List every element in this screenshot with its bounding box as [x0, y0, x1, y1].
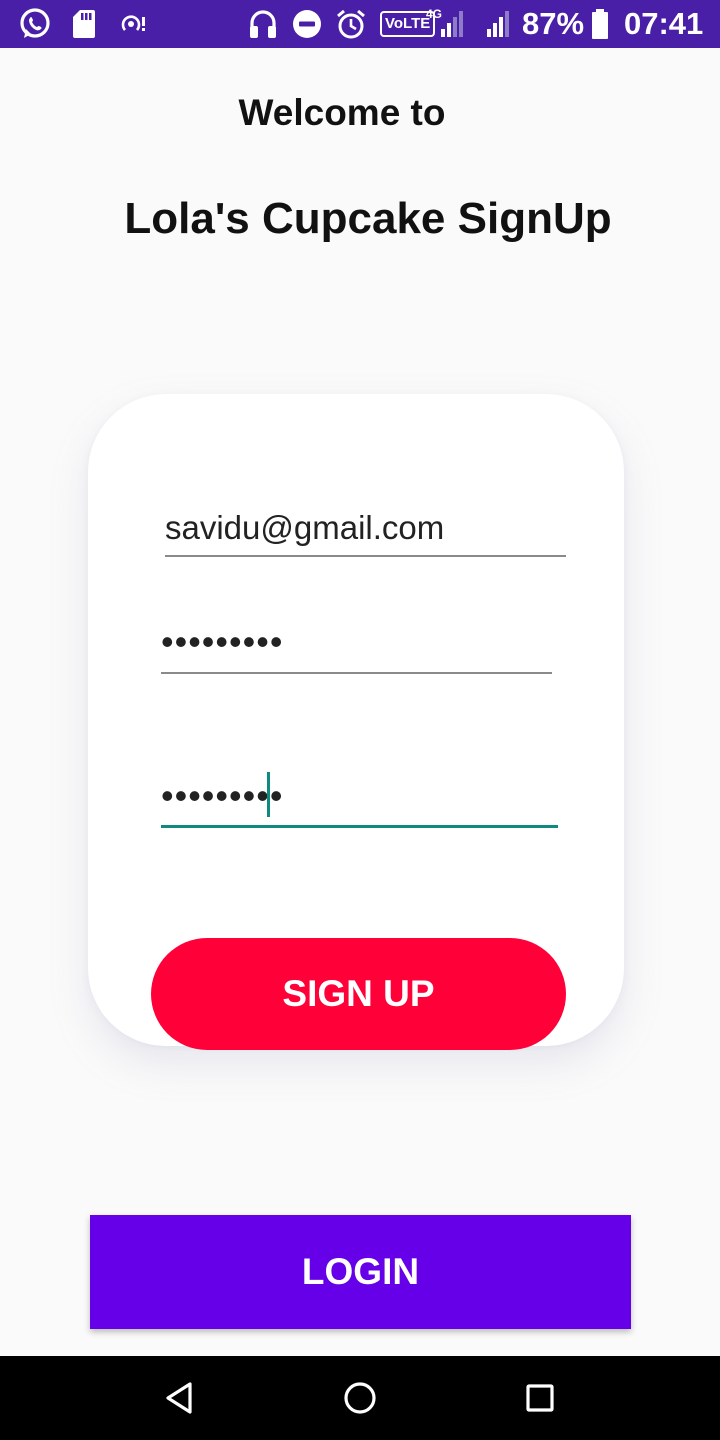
- recents-icon[interactable]: [518, 1376, 562, 1420]
- navigation-bar: [0, 1356, 720, 1440]
- battery-level: 87%: [522, 0, 584, 48]
- password-field[interactable]: [161, 612, 552, 674]
- headphones-icon: [248, 0, 278, 48]
- text-cursor: [267, 772, 270, 817]
- battery-percent: 87%: [522, 6, 585, 41]
- alarm-icon: [335, 0, 367, 48]
- email-field[interactable]: [165, 500, 566, 557]
- clock-time: 07:41: [624, 6, 704, 41]
- status-bar: VoLTE 4G 87% 07:41: [0, 0, 720, 48]
- do-not-disturb-icon: [292, 0, 322, 48]
- whatsapp-icon: [18, 0, 52, 48]
- hotspot-icon: [118, 0, 148, 48]
- sd-card-icon: [72, 0, 96, 48]
- page-title: Lola's Cupcake SignUp: [124, 194, 612, 243]
- battery-icon: [591, 0, 609, 48]
- confirm-password-field[interactable]: [161, 766, 558, 828]
- home-icon[interactable]: [338, 1376, 382, 1420]
- back-icon[interactable]: [158, 1376, 202, 1420]
- signup-button[interactable]: SIGN UP: [151, 938, 566, 1050]
- welcome-heading: Welcome to: [238, 92, 446, 133]
- signal-icon: [440, 0, 464, 48]
- signal-icon: [486, 0, 510, 48]
- login-button[interactable]: LOGIN: [90, 1215, 631, 1329]
- clock: 07:41: [624, 0, 703, 48]
